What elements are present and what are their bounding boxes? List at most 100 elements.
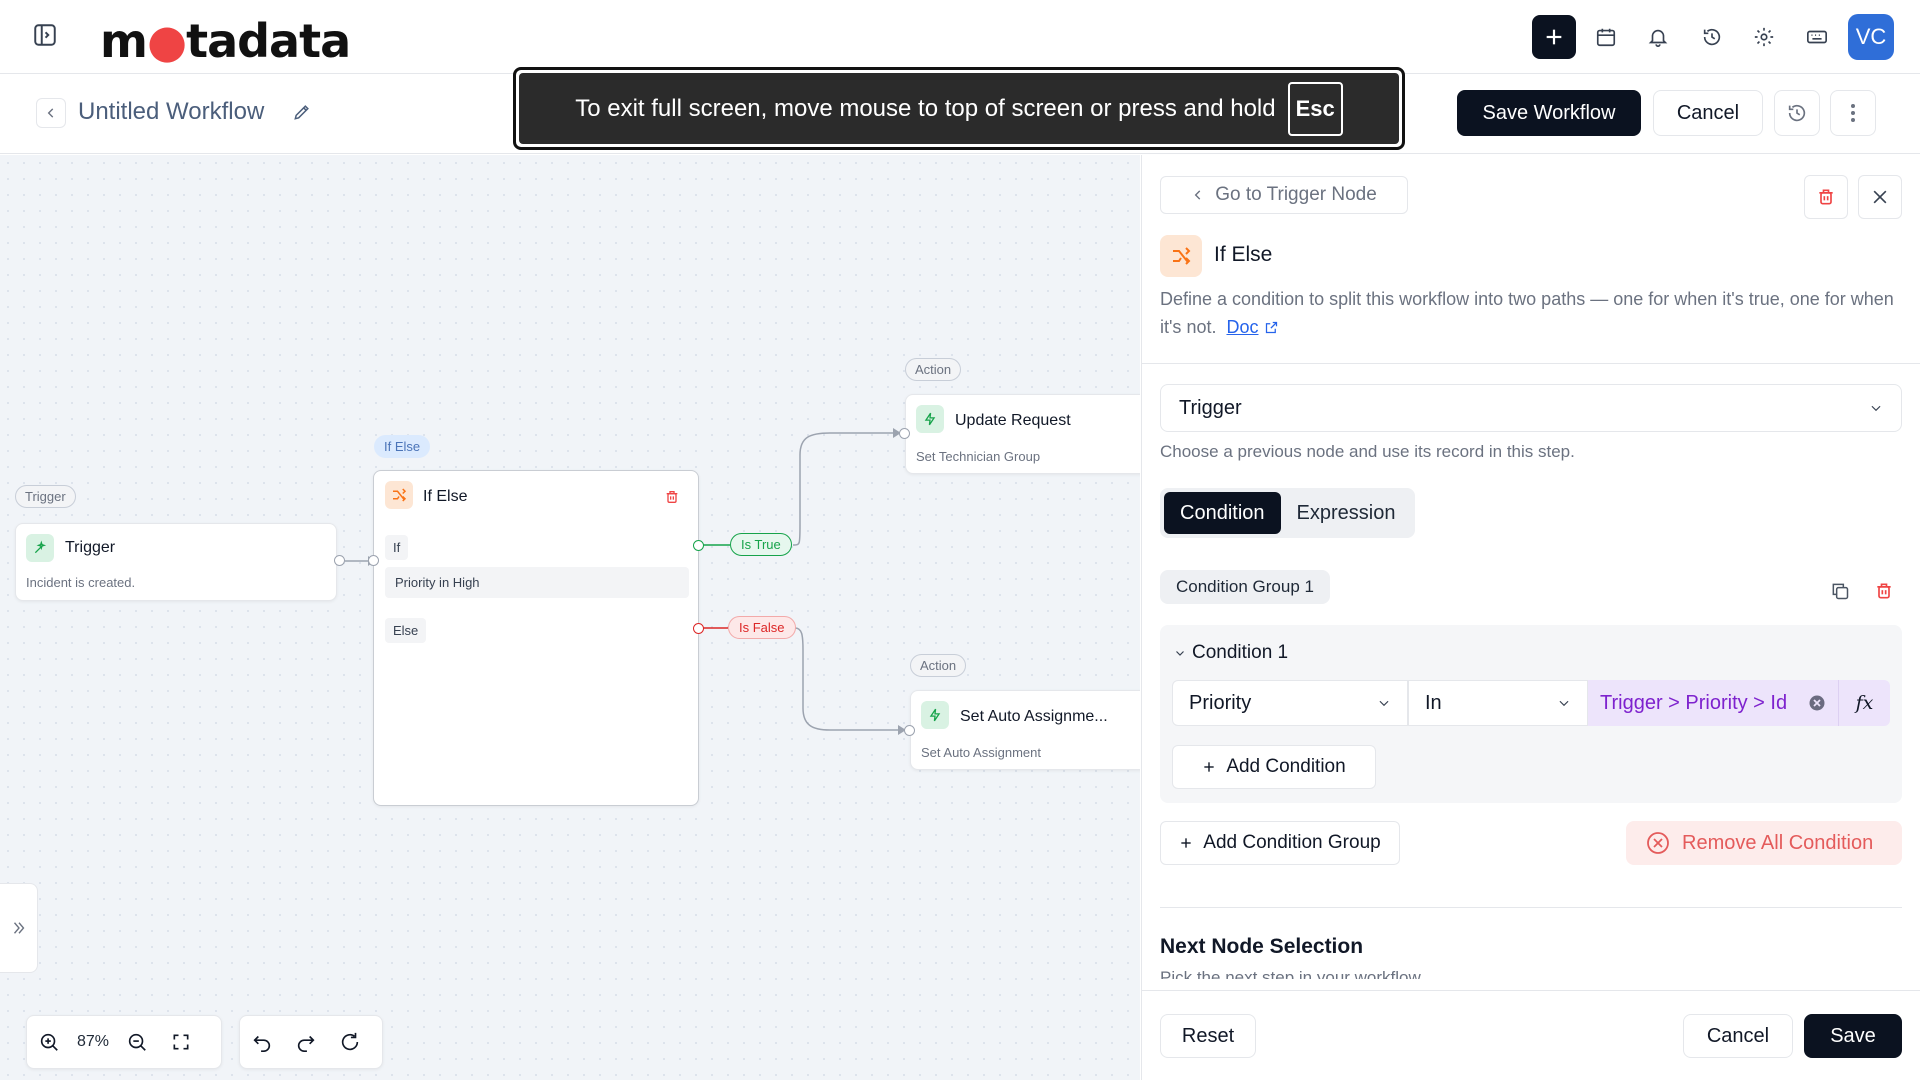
divider: [1142, 363, 1920, 364]
plus-icon: [1181, 838, 1191, 848]
trigger-node-subtitle: Incident is created.: [26, 575, 136, 590]
action1-input-port[interactable]: [899, 428, 910, 439]
expand-panel-button[interactable]: [0, 883, 38, 973]
bell-icon: [1648, 29, 1668, 47]
if-condition-summary: Priority in High: [385, 567, 689, 598]
close-panel-button[interactable]: [1858, 175, 1902, 219]
go-to-trigger-button[interactable]: Go to Trigger Node: [1160, 176, 1408, 214]
top-bar: m●tadata VC: [0, 0, 1920, 74]
tab-condition[interactable]: Condition: [1164, 492, 1281, 534]
chevron-down-icon: [1871, 405, 1881, 412]
fullscreen-icon: [173, 1034, 189, 1050]
logo-dot-icon: ●: [146, 14, 187, 68]
action1-node-tag: Action: [905, 358, 962, 381]
save-button[interactable]: Save: [1804, 1014, 1902, 1058]
undo-icon: [253, 1035, 271, 1052]
mode-tabs: Condition Expression: [1160, 488, 1416, 538]
toast-message: To exit full screen, move mouse to top o…: [575, 94, 1276, 122]
split-icon: [385, 481, 413, 509]
user-avatar[interactable]: VC: [1848, 14, 1894, 60]
cancel-button[interactable]: Cancel: [1683, 1014, 1793, 1058]
more-vertical-icon: [1851, 104, 1855, 122]
condition-field-select[interactable]: Priority: [1172, 680, 1408, 726]
next-node-section-title: Next Node Selection: [1160, 935, 1364, 958]
false-output-port[interactable]: [693, 623, 704, 634]
save-workflow-button[interactable]: Save Workflow: [1457, 90, 1641, 136]
fit-view-button[interactable]: [159, 1017, 203, 1067]
chevrons-right-icon: [13, 922, 24, 934]
doc-link[interactable]: Doc: [1226, 317, 1258, 337]
bolt-icon: [916, 405, 944, 433]
fullscreen-toast: To exit full screen, move mouse to top o…: [513, 67, 1405, 150]
bolt-icon: [921, 701, 949, 729]
settings-button[interactable]: [1742, 15, 1786, 59]
workflow-canvas[interactable]: Trigger Trigger Incident is created. If …: [0, 155, 1140, 1080]
trigger-output-port[interactable]: [334, 555, 345, 566]
notifications-button[interactable]: [1636, 15, 1680, 59]
workflow-title[interactable]: Untitled Workflow: [78, 98, 264, 126]
delete-node-button[interactable]: [1804, 175, 1848, 219]
redo-icon: [297, 1035, 315, 1052]
circle-x-icon: [1647, 832, 1669, 854]
zoom-level: 87%: [76, 1033, 110, 1050]
delete-group-icon[interactable]: [1874, 581, 1894, 601]
history-button[interactable]: [1690, 15, 1734, 59]
version-history-button[interactable]: [1774, 90, 1820, 136]
undo-button[interactable]: [240, 1017, 284, 1067]
formula-button[interactable]: fx: [1838, 680, 1890, 726]
source-node-select[interactable]: Trigger: [1160, 384, 1902, 432]
more-options-button[interactable]: [1830, 90, 1876, 136]
chevron-left-icon: [47, 108, 54, 118]
sidebar-toggle-icon[interactable]: [32, 22, 58, 48]
keyboard-icon: [1807, 30, 1827, 44]
if-label: If: [385, 535, 409, 560]
zoom-in-button[interactable]: [27, 1017, 71, 1067]
calendar-icon: [1596, 28, 1616, 47]
cancel-workflow-button[interactable]: Cancel: [1653, 90, 1763, 136]
edit-title-icon[interactable]: [292, 102, 312, 122]
is-true-branch[interactable]: Is True: [730, 533, 792, 556]
back-button[interactable]: [36, 98, 66, 128]
add-condition-button[interactable]: Add Condition: [1172, 745, 1376, 789]
calendar-button[interactable]: [1584, 15, 1628, 59]
action2-input-port[interactable]: [904, 725, 915, 736]
trigger-icon: [26, 534, 54, 562]
ifelse-node[interactable]: If Else If Priority in High Else: [373, 470, 699, 806]
set-auto-assignment-node[interactable]: Set Auto Assignme... Set Auto Assignment: [910, 690, 1140, 770]
close-icon: [1873, 190, 1887, 204]
condition-group-box: Condition 1 Priority In Trigger > Priori…: [1160, 625, 1902, 803]
trigger-node-title: Trigger: [65, 539, 116, 556]
reset-button[interactable]: Reset: [1160, 1014, 1256, 1058]
delete-node-icon[interactable]: [664, 489, 680, 505]
refresh-button[interactable]: [328, 1017, 372, 1067]
trigger-node[interactable]: Trigger Incident is created.: [15, 523, 337, 601]
action2-node-tag: Action: [910, 654, 967, 677]
duplicate-group-icon[interactable]: [1830, 581, 1850, 601]
remove-all-conditions-button[interactable]: Remove All Condition: [1626, 821, 1902, 865]
zoom-controls: 87%: [26, 1015, 222, 1069]
keyboard-shortcuts-button[interactable]: [1795, 15, 1839, 59]
condition-operator-select[interactable]: In: [1408, 680, 1588, 726]
true-output-port[interactable]: [693, 540, 704, 551]
condition-value-field[interactable]: Trigger > Priority > Id: [1588, 680, 1838, 726]
node-config-panel: Go to Trigger Node If Else Define a cond…: [1141, 155, 1920, 1080]
redo-button[interactable]: [284, 1017, 328, 1067]
app-logo: m●tadata: [100, 14, 351, 68]
collapse-condition-icon[interactable]: [1174, 647, 1186, 659]
tab-expression[interactable]: Expression: [1281, 492, 1412, 534]
zoom-out-button[interactable]: [115, 1017, 159, 1067]
ifelse-node-title: If Else: [423, 488, 468, 505]
create-new-button[interactable]: [1532, 15, 1576, 59]
ifelse-input-port[interactable]: [368, 555, 379, 566]
action2-node-title: Set Auto Assignme...: [960, 708, 1108, 725]
is-false-branch[interactable]: Is False: [728, 616, 796, 639]
plus-icon: [1546, 29, 1562, 45]
clear-value-icon[interactable]: [1808, 694, 1826, 712]
zoom-out-icon: [128, 1033, 146, 1051]
add-condition-group-button[interactable]: Add Condition Group: [1160, 821, 1400, 865]
refresh-icon: [341, 1032, 359, 1051]
esc-key: Esc: [1287, 81, 1343, 136]
update-request-node[interactable]: Update Request Set Technician Group: [905, 394, 1140, 474]
action1-node-title: Update Request: [955, 412, 1071, 429]
history-controls: [239, 1015, 383, 1069]
